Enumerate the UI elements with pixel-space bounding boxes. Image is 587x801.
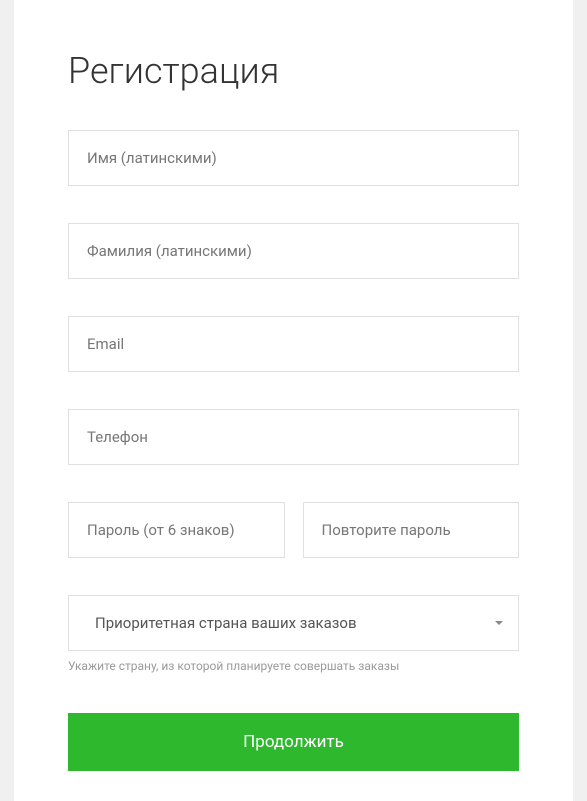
password-input[interactable] xyxy=(68,502,285,558)
country-select-wrapper: Приоритетная страна ваших заказов xyxy=(68,595,519,651)
country-select[interactable]: Приоритетная страна ваших заказов xyxy=(68,595,519,651)
phone-input[interactable] xyxy=(68,409,519,465)
email-input[interactable] xyxy=(68,316,519,372)
country-helper-text: Укажите страну, из которой планируете со… xyxy=(68,659,519,673)
password-row xyxy=(68,502,519,558)
submit-button[interactable]: Продолжить xyxy=(68,713,519,771)
page-title: Регистрация xyxy=(68,50,519,92)
password-repeat-input[interactable] xyxy=(303,502,520,558)
first-name-input[interactable] xyxy=(68,130,519,186)
last-name-input[interactable] xyxy=(68,223,519,279)
registration-card: Регистрация Приоритетная страна ваших за… xyxy=(14,0,573,801)
